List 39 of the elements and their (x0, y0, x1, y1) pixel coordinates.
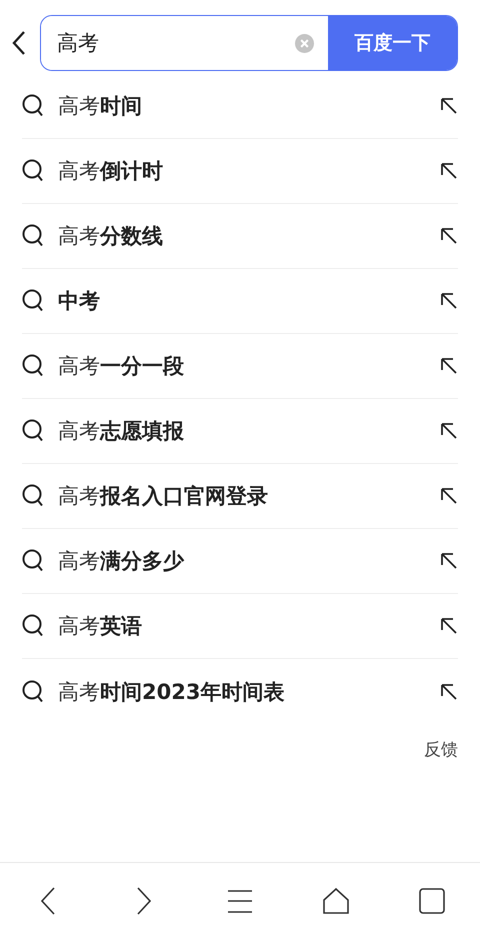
search-icon (22, 94, 44, 118)
suggestion-link[interactable]: 高考英语 (58, 612, 440, 640)
arrow-icon[interactable] (440, 617, 458, 635)
suggestion-link[interactable]: 高考报名入口官网登录 (58, 482, 440, 510)
search-icon (22, 354, 44, 378)
search-button[interactable]: 百度一下 (328, 16, 457, 70)
suggestion-link[interactable]: 高考时间2023年时间表 (58, 678, 440, 706)
back-button[interactable] (12, 30, 26, 56)
search-bar[interactable]: 高考 百度一下 (40, 15, 458, 71)
search-icon (22, 289, 44, 313)
search-icon (22, 484, 44, 508)
search-icon (22, 224, 44, 248)
search-icon (22, 159, 44, 183)
back-icon[interactable] (41, 887, 55, 915)
suggestion-link[interactable]: 高考分数线 (58, 222, 440, 250)
arrow-icon[interactable] (440, 357, 458, 375)
search-icon (22, 549, 44, 573)
suggestion-link[interactable]: 高考时间 (58, 92, 440, 120)
suggestion-link[interactable]: 高考一分一段 (58, 352, 440, 380)
search-icon (22, 419, 44, 443)
suggestion-link[interactable]: 高考倒计时 (58, 157, 440, 185)
search-icon (22, 614, 44, 638)
arrow-icon[interactable] (440, 97, 458, 115)
arrow-icon[interactable] (440, 552, 458, 570)
home-icon[interactable] (322, 887, 350, 915)
suggestion-link[interactable]: 中考 (58, 287, 440, 315)
arrow-icon[interactable] (440, 162, 458, 180)
arrow-icon[interactable] (440, 227, 458, 245)
arrow-icon[interactable] (440, 422, 458, 440)
feedback-link[interactable]: 反馈 (424, 738, 458, 761)
forward-icon[interactable] (137, 887, 151, 915)
suggestion-link[interactable]: 高考志愿填报 (58, 417, 440, 445)
suggestion-link[interactable]: 高考满分多少 (58, 547, 440, 575)
search-icon (22, 680, 44, 704)
tabs-icon[interactable] (419, 888, 445, 914)
menu-icon[interactable] (227, 888, 253, 914)
arrow-icon[interactable] (440, 487, 458, 505)
arrow-icon[interactable] (440, 292, 458, 310)
arrow-icon[interactable] (440, 682, 458, 700)
